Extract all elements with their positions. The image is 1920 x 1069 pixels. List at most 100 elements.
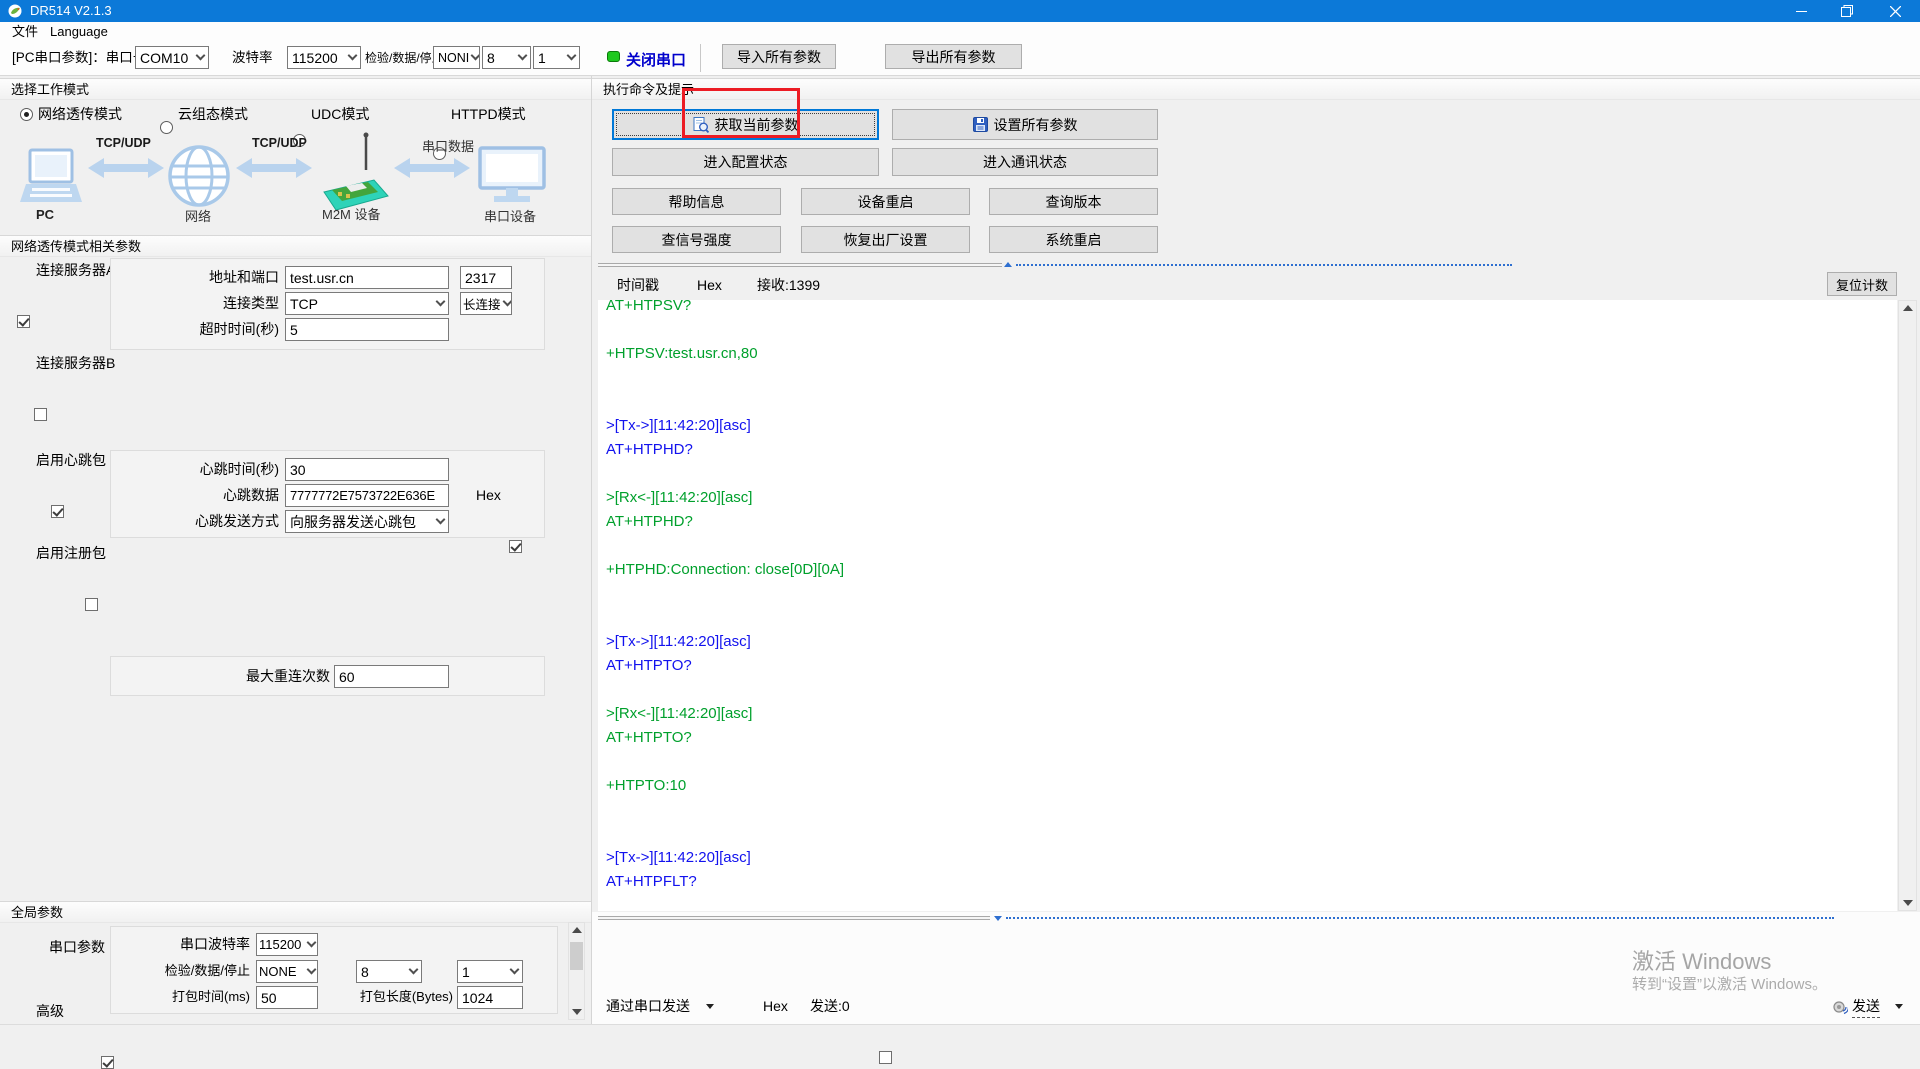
app-icon [8,4,22,18]
heartbeat-time-input[interactable] [285,458,449,481]
close-serial-button[interactable]: 关闭串口 [626,49,686,70]
send-via-serial-dropdown[interactable]: 通过串口发送 [606,995,690,1017]
server-a-checkbox[interactable] [17,315,30,328]
timeout-input[interactable] [285,318,449,341]
query-signal-button[interactable]: 查信号强度 [612,226,781,253]
log-bottom-splitter[interactable] [598,916,990,920]
radio-net-transparent-label: 网络透传模式 [38,103,122,125]
set-params-icon [973,117,988,132]
menu-file[interactable]: 文件 [6,22,44,42]
g-stopbits-value: 1 [462,964,470,980]
diagram-link3-label: 串口数据 [422,136,474,155]
query-version-button[interactable]: 查询版本 [989,188,1158,215]
log-line: >[Rx<-][11:42:20][asc] [606,702,1897,726]
import-params-button[interactable]: 导入所有参数 [722,44,836,69]
parity-value: NONI [438,51,469,65]
register-label: 启用注册包 [36,542,106,564]
left-scrollbar[interactable] [568,922,585,1020]
advanced-checkbox[interactable] [101,1056,114,1069]
server-port-input[interactable] [460,266,512,289]
splitter-up-icon[interactable] [1004,262,1012,267]
scroll-up-icon[interactable] [1903,305,1913,311]
heartbeat-label: 启用心跳包 [36,449,106,471]
g-stopbits-select[interactable]: 1 [457,960,523,983]
minimize-button[interactable] [1778,0,1824,22]
menu-bar [0,22,1920,42]
g-parity-select[interactable]: NONE [256,960,318,983]
send-button[interactable]: 发送 [1852,995,1880,1018]
pack-len-input[interactable] [457,986,523,1009]
chevron-down-icon [436,515,446,525]
restore-button[interactable] [1824,0,1870,22]
g-baud-value: 115200 [259,937,301,952]
close-button[interactable] [1870,0,1920,22]
diagram-link1-label: TCP/UDP [96,136,151,150]
register-checkbox[interactable] [85,598,98,611]
radio-udc-label: UDC模式 [311,103,369,125]
log-line: >[Tx->][11:42:20][asc] [606,414,1897,438]
server-addr-input[interactable] [285,266,449,289]
reset-count-button[interactable]: 复位计数 [1827,272,1897,296]
pack-time-input[interactable] [256,986,318,1009]
log-line [606,606,1897,630]
conn-mode-select[interactable]: 长连接 [460,292,512,315]
enter-comm-button[interactable]: 进入通讯状态 [892,148,1158,176]
system-reboot-button[interactable]: 系统重启 [989,226,1158,253]
log-top-splitter[interactable] [598,263,1002,267]
baud-select[interactable]: 115200 [287,46,361,69]
log-line [606,462,1897,486]
scroll-down-icon[interactable] [572,1009,582,1015]
arrow-m2m-serial [394,156,470,180]
send-icon[interactable] [1832,999,1848,1015]
heartbeat-mode-label: 心跳发送方式 [119,510,279,532]
chevron-down-icon [307,965,317,975]
log-line: +HTPTO:10 [606,774,1897,798]
heartbeat-hex-checkbox[interactable] [509,540,522,553]
enter-config-button[interactable]: 进入配置状态 [612,148,879,176]
radio-cloud-label: 云组态模式 [178,103,248,125]
g-baud-select[interactable]: 115200 [256,933,318,956]
databits-select[interactable]: 8 [482,46,531,69]
log-hex-label: Hex [697,274,722,296]
heartbeat-data-input[interactable] [285,484,449,507]
radio-net-transparent-mode[interactable] [20,108,33,121]
addr-port-label: 地址和端口 [119,266,279,288]
heartbeat-checkbox[interactable] [51,505,64,518]
set-params-button[interactable]: 设置所有参数 [892,109,1158,140]
device-reboot-button[interactable]: 设备重启 [801,188,970,215]
stopbits-select[interactable]: 1 [533,46,580,69]
factory-reset-button[interactable]: 恢复出厂设置 [801,226,970,253]
log-line: >[Tx->][11:42:20][asc] [606,630,1897,654]
splitter-down-icon[interactable] [994,916,1002,921]
sent-count: 发送:0 [810,995,850,1017]
log-area[interactable]: AT+HTPSV? +HTPSV:test.usr.cn,80 >[Tx->][… [598,300,1897,911]
parity-select[interactable]: NONI [433,46,480,69]
heartbeat-mode-select[interactable]: 向服务器发送心跳包 [285,510,449,533]
chevron-down-icon [502,297,512,307]
help-info-button[interactable]: 帮助信息 [612,188,781,215]
heartbeat-mode-value: 向服务器发送心跳包 [290,512,416,532]
server-b-checkbox[interactable] [34,408,47,421]
left-scrollbar-thumb[interactable] [570,942,583,970]
panel-divider [591,76,592,1024]
send-hex-checkbox[interactable] [879,1051,892,1064]
reconnect-input[interactable] [334,665,449,688]
g-parity-value: NONE [259,964,297,979]
recv-count: 接收:1399 [757,274,820,296]
network-globe-icon [167,144,231,208]
scroll-down-icon[interactable] [1903,900,1913,906]
send-via-chevron-icon[interactable] [706,1004,714,1009]
send-chevron-icon[interactable] [1895,1004,1903,1009]
g-databits-select[interactable]: 8 [356,960,422,983]
log-vscrollbar[interactable] [1898,300,1917,911]
menu-language[interactable]: Language [44,22,114,42]
scroll-up-icon[interactable] [572,927,582,933]
com-port-value: COM10 [140,50,188,66]
log-line [606,534,1897,558]
timeout-label: 超时时间(秒) [119,318,279,340]
export-params-button[interactable]: 导出所有参数 [885,44,1022,69]
radio-cloud-mode[interactable] [160,121,173,134]
log-line: AT+HTPHD? [606,438,1897,462]
conn-type-select[interactable]: TCP [285,292,449,315]
com-port-select[interactable]: COM10 [135,46,209,69]
